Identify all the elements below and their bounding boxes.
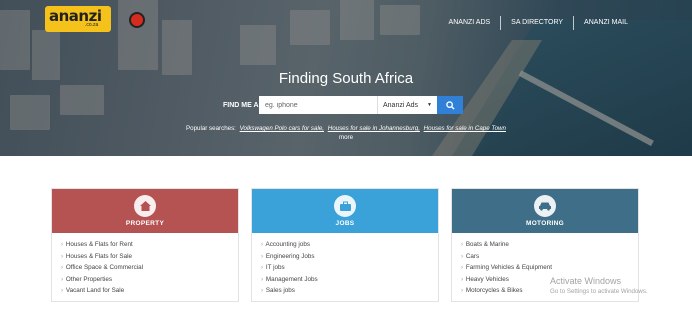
popular-link[interactable]: Houses for sale in Cape Town [424,125,506,132]
list-item[interactable]: › Vacant Land for Sale [61,285,238,297]
list-item[interactable]: › Office Space & Commercial [61,262,238,274]
search-input[interactable] [259,96,377,114]
list-item[interactable]: › Engineering Jobs [261,251,438,263]
list-item-label: Management Jobs [265,275,318,283]
list-item[interactable]: › Houses & Flats for Rent [61,239,238,251]
windows-activation-watermark: Activate Windows Go to Settings to activ… [550,276,648,295]
list-item[interactable]: › IT jobs [261,262,438,274]
find-me-label: FIND ME A [223,101,259,109]
ananzi-logo[interactable]: ananzi .co.za [45,6,145,32]
caret-down-icon: ▼ [427,102,432,108]
category-select[interactable]: Ananzi Ads ▼ [377,96,437,114]
list-item-label: Vacant Land for Sale [65,287,125,295]
nav-ananzi-ads[interactable]: ANANZI ADS [439,17,501,29]
property-card-header[interactable]: PROPERTY [52,189,238,233]
list-item[interactable]: › Other Properties [61,274,238,286]
list-item[interactable]: › Management Jobs [261,274,438,286]
jobs-card: JOBS › Accounting jobs › Engineering Job… [251,188,439,302]
car-icon [534,195,556,217]
hero-title: Finding South Africa [278,70,414,87]
list-item-label: Farming Vehicles & Equipment [465,264,552,272]
list-item[interactable]: › Boats & Marine [461,239,638,251]
list-item-label: Houses & Flats for Rent [65,241,133,248]
list-item-label: Other Properties [65,275,113,283]
list-item-label: Engineering Jobs [265,252,315,260]
list-item-label: Boats & Marine [465,241,509,248]
jobs-card-title: JOBS [335,220,355,227]
list-item[interactable]: › Cars [461,251,638,263]
category-select-value: Ananzi Ads [383,101,419,109]
list-item-label: Sales jobs [265,287,295,295]
top-navigation: ANANZI ADS SA DIRECTORY ANANZI MAIL [439,16,638,30]
nav-sa-directory[interactable]: SA DIRECTORY [501,17,573,29]
popular-searches-label: Popular searches: [186,125,236,132]
list-item-label: Accounting jobs [265,241,310,248]
list-item[interactable]: › Farming Vehicles & Equipment [461,262,638,274]
house-icon [134,195,156,217]
search-button[interactable] [437,96,463,114]
property-card: PROPERTY › Houses & Flats for Rent › Hou… [51,188,239,302]
more-link[interactable]: more [0,134,692,141]
hero-banner: ananzi .co.za ANANZI ADS SA DIRECTORY AN… [0,0,692,156]
popular-link[interactable]: Volkswagen Polo cars for sale, [240,125,324,132]
search-icon [445,100,455,110]
list-item-label: Heavy Vehicles [465,275,509,283]
watermark-title: Activate Windows [550,276,622,286]
property-card-title: PROPERTY [125,220,165,227]
list-item-label: Office Space & Commercial [65,264,144,272]
motoring-card-title: MOTORING [525,220,565,227]
motoring-card-header[interactable]: MOTORING [452,189,638,233]
search-bar: FIND ME A Ananzi Ads ▼ [223,96,463,114]
popular-searches: Popular searches: Volkswagen Polo cars f… [0,125,692,141]
list-item-label: Houses & Flats for Sale [65,252,133,260]
watermark-subtitle: Go to Settings to activate Windows. [550,288,648,295]
list-item[interactable]: › Houses & Flats for Sale [61,251,238,263]
list-item[interactable]: › Accounting jobs [261,239,438,251]
logo-mark-icon [129,12,145,28]
briefcase-icon [334,195,356,217]
jobs-card-header[interactable]: JOBS [252,189,438,233]
logo-subtext: .co.za [85,22,99,28]
list-item-label: Cars [465,252,480,260]
list-item-label: IT jobs [265,264,285,272]
popular-link[interactable]: Houses for sale in Johannesburg, [328,125,420,132]
list-item[interactable]: › Sales jobs [261,285,438,297]
list-item-label: Motorcycles & Bikes [465,287,523,295]
nav-ananzi-mail[interactable]: ANANZI MAIL [574,17,638,29]
